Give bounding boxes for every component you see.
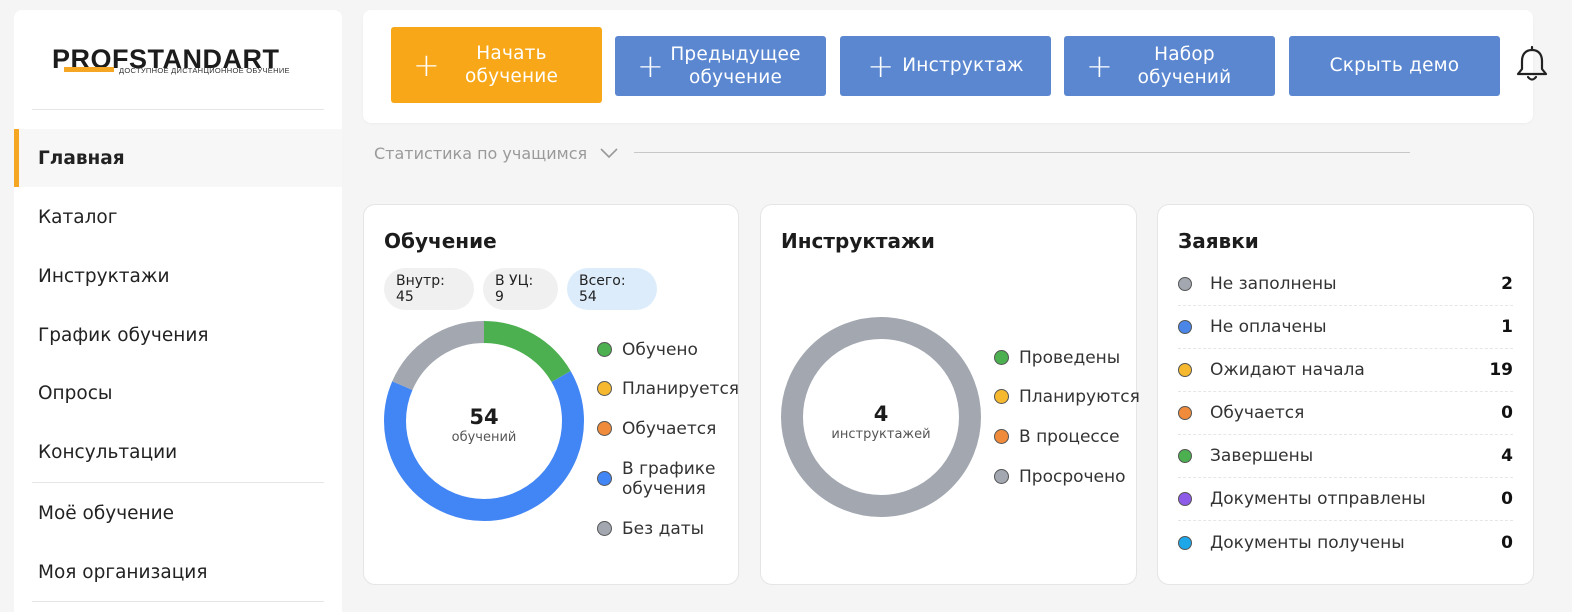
sidebar-item-surveys[interactable]: Опросы: [14, 364, 342, 422]
status-dot: [1178, 535, 1192, 550]
logo-underline: [64, 67, 114, 72]
request-row[interactable]: Не заполнены 2: [1178, 263, 1513, 306]
request-row[interactable]: Завершены 4: [1178, 435, 1513, 478]
previous-training-button[interactable]: + Предыдущее обучение: [615, 36, 826, 96]
legend-dot: [994, 389, 1009, 404]
request-row[interactable]: Не оплачены 1: [1178, 306, 1513, 349]
training-total-number: 54: [469, 405, 499, 429]
legend-dot: [597, 342, 612, 357]
status-dot: [1178, 449, 1192, 463]
legend-item-trained: Обучено: [597, 340, 698, 360]
bell-icon[interactable]: [1512, 45, 1552, 85]
logo[interactable]: PROFSTANDART ДОСТУПНОЕ ДИСТАНЦИОННОЕ ОБУ…: [52, 44, 312, 88]
legend-dot: [597, 421, 612, 436]
training-set-button[interactable]: + Набор обучений: [1064, 36, 1275, 96]
briefings-total-number: 4: [873, 402, 889, 426]
status-dot: [1178, 406, 1192, 420]
stats-divider: [634, 152, 1410, 153]
hide-demo-button[interactable]: Скрыть демо: [1289, 36, 1500, 96]
stats-filter-label: Статистика по учащимся: [374, 143, 588, 163]
sidebar-item-my-organization[interactable]: Моя организация: [14, 543, 342, 601]
legend-item-learning: Обучается: [597, 419, 716, 439]
toolbar: + Начать обучение + Предыдущее обучение + …: [363, 10, 1533, 123]
legend-item-no-date: Без даты: [597, 519, 704, 539]
plus-icon: +: [413, 46, 441, 84]
sidebar-item-my-training[interactable]: Моё обучение: [14, 484, 342, 542]
plus-icon: +: [637, 47, 665, 85]
legend-item-conducted: Проведены: [994, 348, 1120, 368]
logo-tagline: ДОСТУПНОЕ ДИСТАНЦИОННОЕ ОБУЧЕНИЕ: [119, 66, 290, 75]
sidebar-item-catalog[interactable]: Каталог: [14, 188, 342, 246]
request-row[interactable]: Ожидают начала 19: [1178, 349, 1513, 392]
sidebar-divider: [32, 482, 324, 483]
sidebar-item-home[interactable]: Главная: [14, 129, 342, 187]
legend-dot: [994, 350, 1009, 365]
requests-card: Заявки Не заполнены 2 Не оплачены 1 Ожид…: [1157, 204, 1534, 585]
legend-item-in-progress: В процессе: [994, 427, 1120, 447]
requests-card-title: Заявки: [1178, 229, 1259, 253]
legend-dot: [597, 521, 612, 536]
status-dot: [1178, 277, 1192, 291]
legend-dot: [597, 471, 612, 486]
training-total-label: обучений: [451, 430, 517, 445]
sidebar-item-briefings[interactable]: Инструктажи: [14, 247, 342, 305]
start-training-button[interactable]: + Начать обучение: [391, 27, 602, 103]
stats-filter[interactable]: Статистика по учащимся: [374, 142, 619, 164]
briefings-card-title: Инструктажи: [781, 229, 935, 253]
legend-item-planned: Планируется: [597, 379, 739, 399]
briefing-button[interactable]: + Инструктаж: [840, 36, 1051, 96]
briefings-donut-center: 4 инструктажей: [821, 402, 941, 443]
sidebar-divider: [32, 109, 324, 110]
training-card-title: Обучение: [384, 229, 497, 253]
legend-item-planned: Планируются: [994, 387, 1140, 407]
request-row[interactable]: Обучается 0: [1178, 392, 1513, 435]
status-dot: [1178, 320, 1192, 334]
pill-total[interactable]: Всего: 54: [567, 268, 657, 310]
request-row[interactable]: Документы отправлены 0: [1178, 478, 1513, 521]
status-dot: [1178, 363, 1192, 377]
sidebar: PROFSTANDART ДОСТУПНОЕ ДИСТАНЦИОННОЕ ОБУ…: [14, 10, 342, 612]
legend-dot: [597, 381, 612, 396]
chevron-down-icon: [600, 148, 618, 159]
legend-item-scheduled: В графике обучения: [597, 459, 716, 500]
sidebar-item-consultations[interactable]: Консультации: [14, 423, 342, 481]
plus-icon: +: [1086, 47, 1114, 85]
plus-icon: +: [867, 47, 895, 85]
pill-training-center[interactable]: В УЦ: 9: [483, 268, 558, 310]
briefings-total-label: инструктажей: [831, 427, 931, 442]
training-card: Обучение Внутр: 45 В УЦ: 9 Всего: 54 54 …: [363, 204, 739, 585]
sidebar-item-schedule[interactable]: График обучения: [14, 306, 342, 364]
pill-internal[interactable]: Внутр: 45: [384, 268, 474, 310]
legend-item-overdue: Просрочено: [994, 467, 1126, 487]
legend-dot: [994, 429, 1009, 444]
training-donut-center: 54 обучений: [424, 405, 544, 446]
status-dot: [1178, 492, 1192, 506]
legend-dot: [994, 469, 1009, 484]
request-row[interactable]: Документы получены 0: [1178, 521, 1513, 564]
sidebar-divider: [32, 601, 324, 602]
briefings-card: Инструктажи 4 инструктажей Проведены Пла…: [760, 204, 1140, 585]
